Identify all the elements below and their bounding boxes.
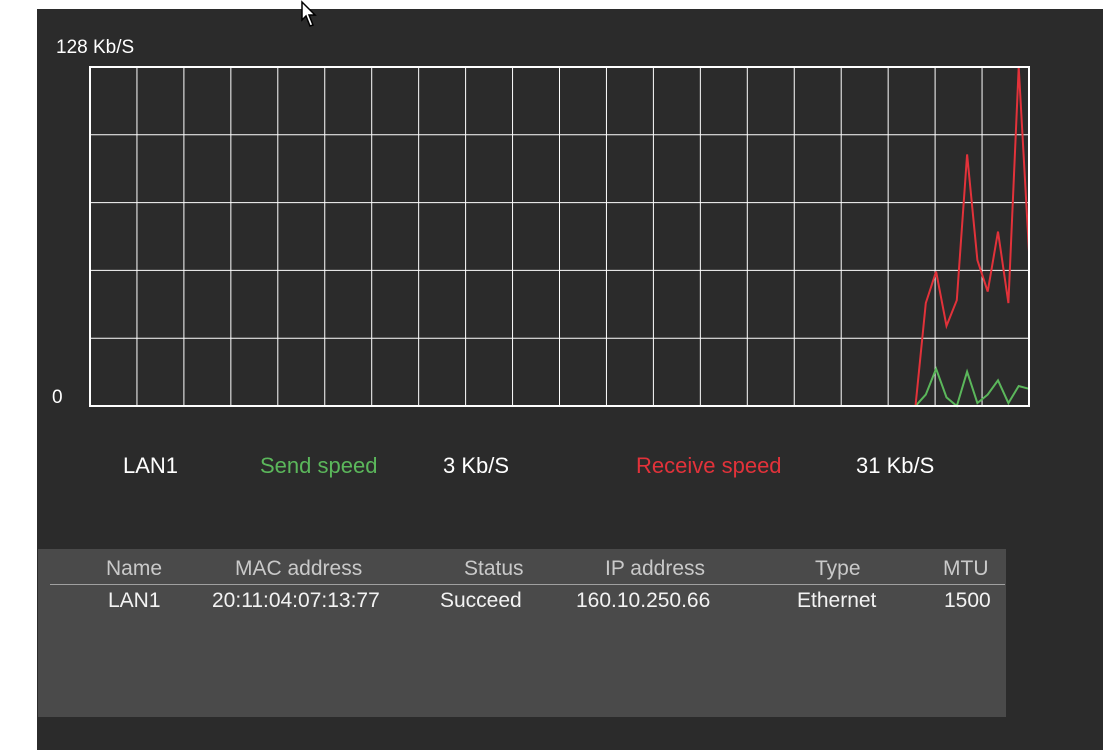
header-mac-address: MAC address	[235, 557, 363, 580]
header-name: Name	[106, 557, 163, 580]
legend-receive-label: Receive speed	[636, 453, 782, 478]
interface-table: Name MAC address Status IP address Type …	[38, 549, 1006, 717]
header-status: Status	[464, 557, 524, 580]
legend-send-label: Send speed	[260, 453, 378, 478]
cell-mtu: 1500	[944, 589, 991, 612]
header-separator	[50, 584, 1005, 585]
cell-ip-address: 160.10.250.66	[576, 589, 711, 612]
header-mtu: MTU	[943, 557, 989, 580]
header-ip-address: IP address	[605, 557, 706, 580]
cell-type: Ethernet	[797, 589, 877, 612]
chart-grid	[90, 67, 1029, 406]
speed-chart	[89, 66, 1030, 408]
legend-send-value: 3 Kb/S	[443, 453, 510, 478]
cell-mac-address: 20:11:04:07:13:77	[212, 589, 380, 612]
cell-status: Succeed	[440, 589, 522, 612]
cell-name: LAN1	[108, 589, 161, 612]
header-type: Type	[815, 557, 861, 580]
mouse-pointer-icon	[301, 0, 317, 27]
legend-interface-label: LAN1	[123, 453, 179, 478]
legend-receive-value: 31 Kb/S	[856, 453, 935, 478]
